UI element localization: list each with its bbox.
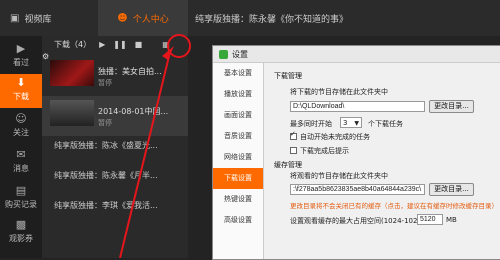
sidebar-item-label: 看过: [13, 58, 29, 67]
dialog-title: 设置: [232, 49, 248, 59]
sidebar-item-label: 下载: [13, 92, 29, 101]
item-status: 暂停: [98, 119, 112, 127]
sidebar-item-label: 消息: [13, 164, 29, 173]
highlight-circle: [167, 34, 191, 58]
play-history-icon: ▶: [16, 42, 26, 55]
person-icon: ☺: [15, 112, 27, 125]
app-logo-icon: [219, 49, 228, 59]
download-count-label: 下载（4）: [54, 39, 92, 49]
pause-all-icon[interactable]: ❚❚: [113, 40, 126, 49]
tv-icon: ▣: [10, 12, 20, 24]
sidebar-item-coupons[interactable]: ▩ 观影券: [0, 216, 42, 250]
settings-nav-audio[interactable]: 音质设置: [213, 126, 263, 147]
sidebar-item-download[interactable]: ⬇ 下载: [0, 74, 42, 108]
item-title: 独播：美女自拍...: [98, 67, 162, 76]
download-section-title: 下载管理: [274, 72, 302, 80]
max-tasks-select[interactable]: 3 ▼: [340, 117, 362, 128]
cache-size-input[interactable]: [417, 214, 443, 225]
item-title: 2014-08-01中国...: [98, 107, 169, 116]
list-item[interactable]: 独播：美女自拍... 暂停: [42, 56, 188, 96]
save-path-label: 将下载的节目存储在此文件夹中: [290, 88, 388, 96]
stop-all-icon[interactable]: ■: [135, 40, 143, 49]
item-status: 暂停: [98, 79, 112, 87]
sidebar-item-label: 关注: [13, 128, 29, 137]
change-download-dir-button[interactable]: 更改目录...: [429, 100, 474, 113]
video-thumbnail: [50, 60, 94, 86]
dialog-title-bar: 设置: [213, 46, 500, 63]
max-tasks-value: 3: [343, 119, 348, 127]
tab-video-label: 视频库: [24, 14, 52, 25]
sidebar-item-follow[interactable]: ☺ 关注: [0, 110, 42, 144]
sidebar: ▶ 看过 ⬇ 下载 ☺ 关注 ✉ 消息 ▤ 购买记录 ▩ 观影券: [0, 36, 42, 258]
settings-nav: 基本设置 播放设置 画面设置 音质设置 网络设置 下载设置 热键设置 高级设置: [213, 63, 264, 259]
start-all-icon[interactable]: ▶: [99, 40, 105, 49]
settings-dialog: 设置 基本设置 播放设置 画面设置 音质设置 网络设置 下载设置 热键设置 高级…: [212, 45, 500, 260]
max-tasks-suffix: 个下载任务: [368, 120, 403, 128]
download-list: 下载（4） ▶ ❚❚ ■ ▦ ⚙ 独播：美女自拍... 暂停 2014-08-0…: [42, 34, 191, 258]
sidebar-item-label: 购买记录: [5, 200, 37, 209]
cache-size-label: 设置观看缓存的最大占用空间(1024-10240): [290, 217, 430, 225]
download-settings-panel: 下载管理 将下载的节目存储在此文件夹中 更改目录... 最多同时开始 3 ▼ 个…: [264, 63, 500, 259]
list-item[interactable]: 2014-08-01中国... 暂停: [42, 96, 188, 136]
settings-nav-basic[interactable]: 基本设置: [213, 63, 263, 84]
top-bar: ▣ 视频库 ☻ 个人中心 纯享版独播：陈永馨《你不知道的事》: [0, 0, 500, 36]
settings-nav-network[interactable]: 网络设置: [213, 147, 263, 168]
cache-section-title: 缓存管理: [274, 161, 302, 169]
sidebar-item-watched[interactable]: ▶ 看过: [0, 40, 42, 74]
settings-nav-advanced[interactable]: 高级设置: [213, 210, 263, 231]
complete-tip-checkbox[interactable]: [290, 147, 297, 154]
cache-size-unit: MB: [446, 216, 457, 224]
chevron-down-icon: ▼: [354, 120, 359, 127]
user-icon: ☻: [117, 12, 128, 24]
settings-nav-picture[interactable]: 画面设置: [213, 105, 263, 126]
ticket-icon: ▩: [15, 218, 27, 231]
settings-nav-hotkeys[interactable]: 热键设置: [213, 189, 263, 210]
message-icon: ✉: [16, 148, 26, 161]
sidebar-item-purchases[interactable]: ▤ 购买记录: [0, 182, 42, 216]
max-tasks-prefix: 最多同时开始: [290, 120, 332, 128]
download-icon: ⬇: [16, 76, 26, 89]
now-playing-title: 纯享版独播：陈永馨《你不知道的事》: [195, 15, 349, 25]
settings-nav-playback[interactable]: 播放设置: [213, 84, 263, 105]
cache-path-input[interactable]: [290, 184, 425, 195]
tab-video-library[interactable]: ▣ 视频库: [10, 0, 95, 36]
complete-tip-label: 下载完成后提示: [300, 147, 349, 155]
video-thumbnail: [50, 100, 94, 126]
auto-start-label: 自动开始未完成的任务: [300, 133, 370, 141]
tab-me-label: 个人中心: [132, 14, 169, 25]
cart-icon: ▤: [15, 184, 27, 197]
sidebar-item-label: 观影券: [9, 234, 33, 243]
list-item[interactable]: 纯享版独播：陈冰《盛夏光...: [54, 140, 158, 151]
change-cache-dir-button[interactable]: 更改目录...: [429, 183, 474, 196]
sidebar-item-messages[interactable]: ✉ 消息: [0, 146, 42, 180]
cache-warning-text: 更改目录将不会关闭已有的缓存（点击，建议在有缓存时修改缓存目录）: [290, 202, 498, 210]
auto-start-checkbox[interactable]: [290, 130, 297, 140]
list-item[interactable]: 纯享版独播：李琪《爱我活...: [54, 200, 158, 211]
settings-nav-download[interactable]: 下载设置: [213, 168, 263, 189]
list-item[interactable]: 纯享版独播：陈永馨《月半...: [54, 170, 158, 181]
tab-personal-center[interactable]: ☻ 个人中心: [98, 0, 188, 36]
cache-path-label: 将观看的节目存储在此文件夹中: [290, 172, 388, 180]
save-path-input[interactable]: [290, 101, 425, 112]
